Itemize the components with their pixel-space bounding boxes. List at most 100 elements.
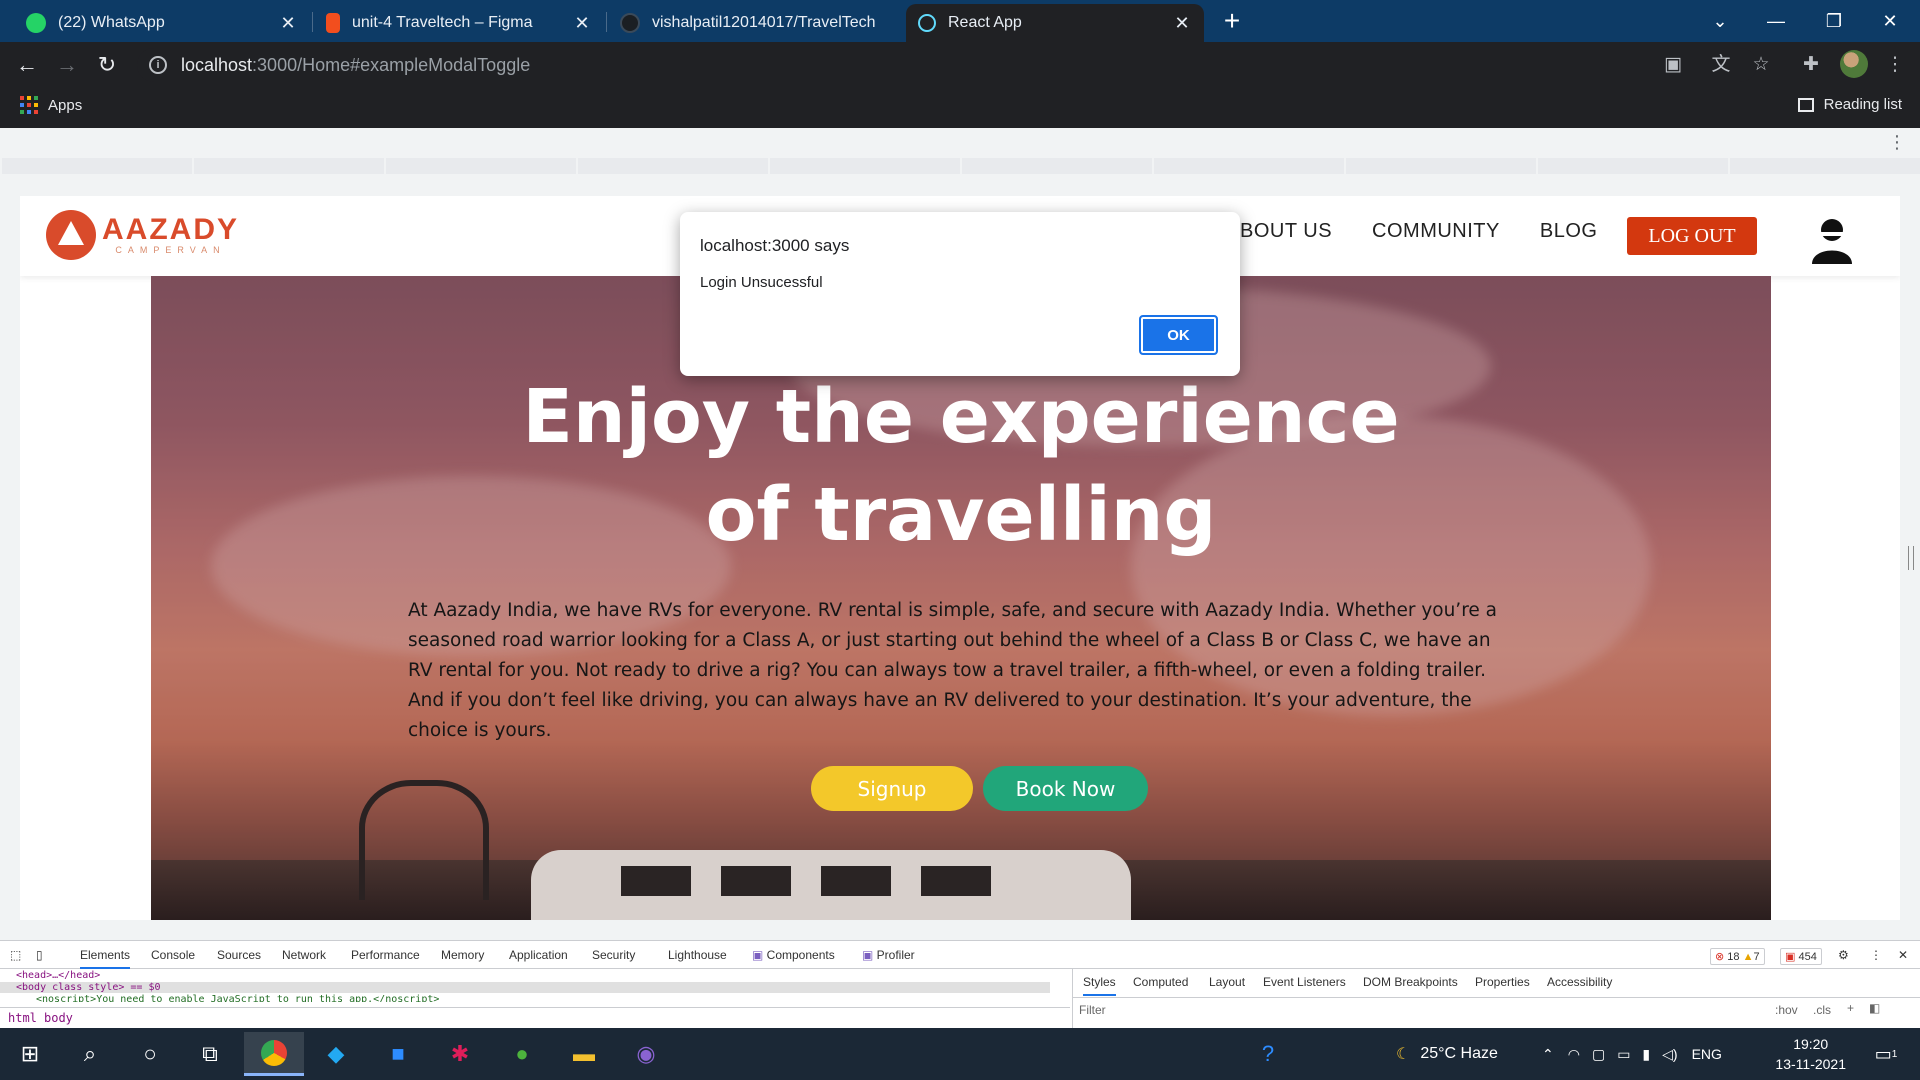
crumb-html[interactable]: html	[8, 1011, 37, 1025]
tab-memory[interactable]: Memory	[441, 948, 484, 962]
ok-button[interactable]: OK	[1139, 315, 1218, 355]
reading-list-button[interactable]: Reading list	[1797, 96, 1902, 113]
tab-react-app[interactable]: React App ✕	[906, 4, 1204, 42]
tab-dom-breakpoints[interactable]: DOM Breakpoints	[1363, 975, 1458, 989]
tab-application[interactable]: Application	[509, 948, 568, 962]
close-devtools-icon[interactable]: ✕	[1898, 948, 1908, 962]
tab-layout[interactable]: Layout	[1209, 975, 1245, 989]
browser-menu-icon[interactable]: ⋮	[1882, 52, 1908, 78]
github-desktop-icon[interactable]: ◉	[628, 1036, 664, 1072]
reload-icon[interactable]: ↻	[92, 50, 122, 80]
inspect-element-icon[interactable]: ⬚	[10, 948, 21, 962]
tab-accessibility[interactable]: Accessibility	[1547, 975, 1612, 989]
close-icon[interactable]: ✕	[1172, 13, 1192, 34]
computed-sidebar-icon[interactable]: ◧	[1869, 1001, 1880, 1015]
user-avatar-icon[interactable]	[1810, 216, 1854, 264]
styles-filter-input[interactable]: Filter :hov .cls + ◧	[1073, 997, 1920, 1019]
tab-event-listeners[interactable]: Event Listeners	[1263, 975, 1346, 989]
error-warning-badge[interactable]: ⊗ 18 ▲7	[1710, 948, 1765, 965]
reading-list-icon	[1797, 97, 1814, 112]
new-rule-icon[interactable]: +	[1847, 1001, 1854, 1015]
nav-link-community[interactable]: COMMUNITY	[1372, 220, 1500, 243]
tab-computed[interactable]: Computed	[1133, 975, 1188, 989]
bookmark-star-icon[interactable]: ☆	[1748, 52, 1774, 78]
signup-button[interactable]: Signup	[811, 766, 973, 811]
close-window-icon[interactable]: ✕	[1862, 0, 1918, 42]
tab-figma[interactable]: unit-4 Traveltech – Figma ✕	[314, 4, 604, 42]
nav-link-about-us[interactable]: BOUT US	[1240, 220, 1332, 243]
search-icon[interactable]: ⌕	[72, 1036, 108, 1072]
dom-node[interactable]: <head>…</head>	[16, 970, 100, 981]
device-toolbar-menu-icon[interactable]: ⋮	[1888, 132, 1906, 153]
slack-icon[interactable]: ✱	[442, 1036, 478, 1072]
devtools-resize-handle[interactable]	[1908, 546, 1914, 570]
task-view-icon[interactable]: ⧉	[192, 1036, 228, 1072]
dom-node-selected[interactable]: <body class style> == $0	[0, 982, 1050, 993]
dom-node[interactable]: <noscript>You need to enable JavaScript …	[36, 994, 439, 1002]
site-info-icon[interactable]: i	[149, 56, 167, 74]
zoom-icon[interactable]: ■	[380, 1036, 416, 1072]
mongodb-compass-icon[interactable]: ●	[504, 1036, 540, 1072]
devtools-panel: ⬚ ▯ Elements Console Sources Network Per…	[0, 940, 1920, 1029]
minimize-icon[interactable]: —	[1748, 0, 1804, 42]
tab-whatsapp[interactable]: (22) WhatsApp ✕	[14, 4, 310, 42]
tab-performance[interactable]: Performance	[351, 948, 420, 962]
clock-date: 13-11-2021	[1775, 1056, 1846, 1072]
brand-logo[interactable]: AAZADY CAMPERVAN	[46, 210, 239, 260]
campervan-image	[531, 850, 1131, 920]
tab-properties[interactable]: Properties	[1475, 975, 1530, 989]
close-icon[interactable]: ✕	[278, 13, 298, 34]
volume-icon[interactable]: ◁)	[1662, 1046, 1677, 1063]
book-now-button[interactable]: Book Now	[983, 766, 1148, 811]
issues-badge[interactable]: ▣ 454	[1780, 948, 1822, 965]
tab-console[interactable]: Console	[151, 948, 195, 962]
tab-security[interactable]: Security	[592, 948, 635, 962]
tab-lighthouse[interactable]: Lighthouse	[668, 948, 727, 962]
settings-gear-icon[interactable]: ⚙	[1838, 948, 1849, 962]
hero-title: Enjoy the experience of travelling	[151, 368, 1771, 564]
crumb-body[interactable]: body	[44, 1011, 73, 1025]
meet-now-icon[interactable]: ▢	[1592, 1046, 1605, 1063]
nav-link-blog[interactable]: BLOG	[1540, 220, 1598, 243]
cortana-icon[interactable]: ○	[132, 1036, 168, 1072]
chrome-icon[interactable]	[244, 1032, 304, 1076]
tab-components[interactable]: ▣ Components	[752, 948, 835, 962]
devtools-menu-icon[interactable]: ⋮	[1870, 948, 1882, 962]
hov-toggle[interactable]: :hov	[1775, 1003, 1798, 1017]
tray-overflow-icon[interactable]: ⌃	[1542, 1046, 1554, 1063]
tab-label: vishalpatil12014017/TravelTech	[652, 14, 876, 31]
forward-icon[interactable]: →	[52, 50, 82, 80]
notifications-icon[interactable]: ▭ 1	[1868, 1036, 1904, 1072]
device-toggle-icon[interactable]: ▯	[36, 948, 43, 962]
profile-avatar[interactable]	[1840, 50, 1868, 78]
tab-github[interactable]: vishalpatil12014017/TravelTech	[608, 4, 904, 42]
apps-bookmark[interactable]: Apps	[20, 96, 82, 114]
display-icon[interactable]: ▭	[1617, 1046, 1630, 1063]
address-bar[interactable]: i localhost:3000/Home#exampleModalToggle	[137, 48, 1757, 82]
extensions-icon[interactable]: ✚	[1798, 52, 1824, 78]
network-icon[interactable]: ◠	[1568, 1046, 1580, 1063]
whatsapp-icon	[26, 13, 46, 33]
tab-search-icon[interactable]: ⌄	[1692, 0, 1748, 42]
logout-button[interactable]: LOG OUT	[1627, 217, 1757, 255]
taskbar-clock[interactable]: 19:20 13-11-2021	[1775, 1034, 1846, 1074]
tab-elements[interactable]: Elements	[80, 948, 131, 969]
battery-icon[interactable]: ▮	[1642, 1046, 1650, 1063]
restore-icon[interactable]: ❐	[1806, 0, 1862, 42]
close-icon[interactable]: ✕	[572, 13, 592, 34]
windows-start-icon[interactable]: ⊞	[12, 1036, 48, 1072]
popup-blocked-icon[interactable]: ▣	[1660, 52, 1686, 78]
language-indicator[interactable]: ENG	[1692, 1046, 1722, 1062]
file-explorer-icon[interactable]: ▬	[566, 1036, 602, 1072]
tab-profiler[interactable]: ▣ Profiler	[862, 948, 915, 962]
tab-styles[interactable]: Styles	[1083, 975, 1116, 996]
translate-icon[interactable]: 文	[1708, 52, 1734, 78]
tab-sources[interactable]: Sources	[217, 948, 261, 962]
tab-network[interactable]: Network	[282, 948, 326, 962]
weather-widget[interactable]: ☾ 25°C Haze	[1396, 1028, 1498, 1080]
cls-toggle[interactable]: .cls	[1813, 1003, 1831, 1017]
new-tab-button[interactable]: +	[1218, 7, 1246, 36]
back-icon[interactable]: ←	[12, 50, 42, 80]
vscode-icon[interactable]: ◆	[318, 1036, 354, 1072]
help-icon[interactable]: ?	[1250, 1036, 1286, 1072]
